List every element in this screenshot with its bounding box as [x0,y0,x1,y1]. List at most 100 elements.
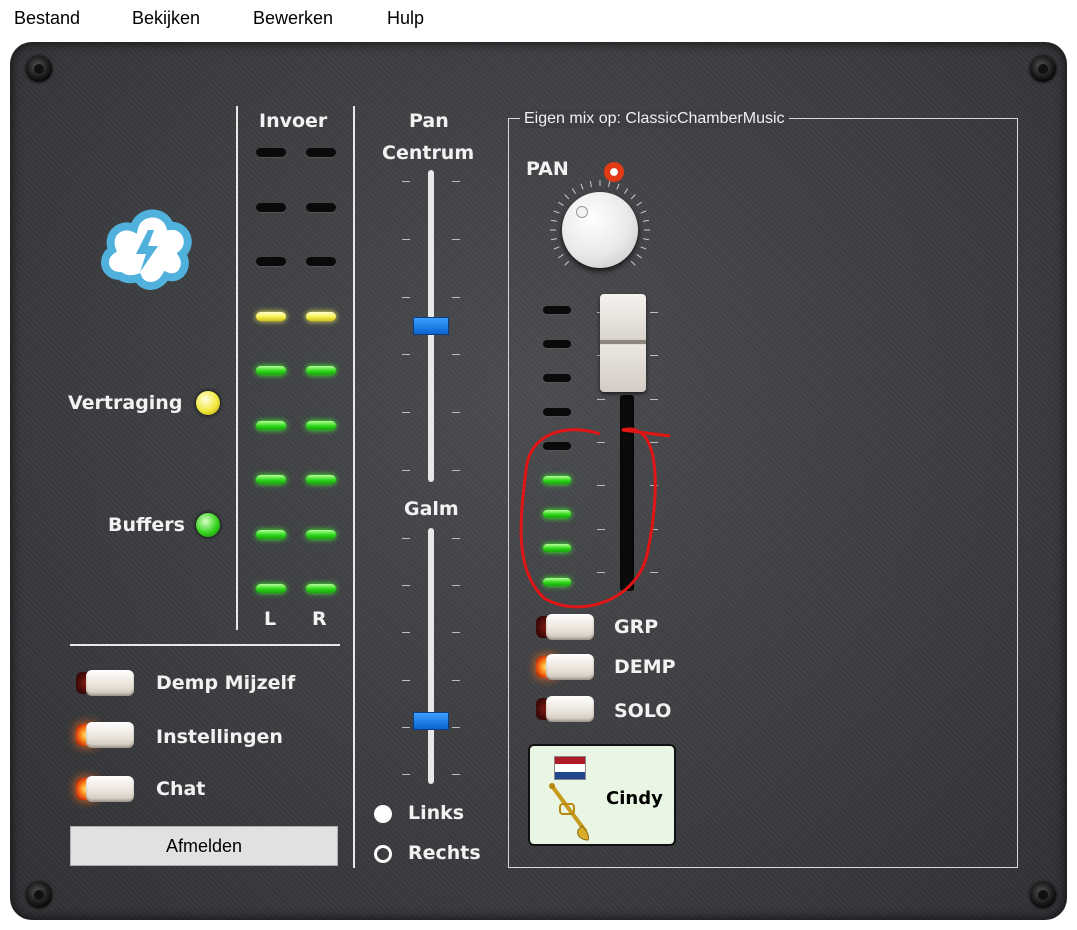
meter-right-led [306,148,336,157]
menu-bar: Bestand Bekijken Bewerken Hulp [0,0,1077,40]
knob-scale-tick [616,183,620,190]
screw-icon [1030,882,1056,908]
menu-bestand[interactable]: Bestand [14,8,80,29]
meter-right-led [306,311,336,321]
knob-scale-tick [636,254,642,259]
knob-scale-tick [608,180,611,187]
slider-tick [452,296,460,298]
channel-meter-led [543,340,571,348]
knob-scale-tick [630,194,636,200]
slider-tick [452,632,460,634]
slider-tick [402,632,410,634]
mute-toggle[interactable] [536,654,594,680]
knob-scale-tick [640,246,647,250]
toggle-cap [546,696,594,722]
meter-left-led [256,529,286,539]
slider-tick [402,470,410,471]
radio-rechts-label: Rechts [408,842,481,864]
meter-left-led [256,420,286,430]
knob-scale-tick [589,180,592,187]
meter-left-led [256,311,286,321]
slider-tick [452,238,460,240]
user-channel-card[interactable]: Cindy [528,744,676,846]
meter-left-label: L [264,608,277,630]
radio-rechts[interactable] [374,845,392,863]
delay-indicator [196,391,220,415]
buffers-label: Buffers [108,514,185,536]
knob-scale-tick [580,183,584,190]
slider-tick [452,585,460,587]
settings-toggle[interactable] [76,722,134,748]
screw-icon [26,882,52,908]
settings-label: Instellingen [156,726,283,748]
knob-scale-tick [558,201,564,206]
slider-tick [452,412,460,414]
slider-tick [452,538,460,539]
knob-scale-tick [640,210,647,214]
logout-button[interactable]: Afmelden [70,826,338,866]
slider-tick [452,679,460,681]
app-logo-icon [101,209,192,290]
slider-tick [452,181,460,182]
toggle-cap [86,776,134,802]
reverb-title: Galm [404,498,459,520]
slider-tick [452,354,460,356]
solo-label: SOLO [614,700,672,722]
input-meter-title: Invoer [259,110,328,132]
mute-self-label: Demp Mijzelf [156,672,296,694]
screw-icon [1030,56,1056,82]
pan-knob[interactable] [562,192,638,268]
netherlands-flag-icon [554,756,586,780]
knob-scale-tick [571,188,576,194]
pan-title: Pan [409,110,449,132]
volume-fader-handle[interactable] [600,294,646,392]
meter-left-led [256,257,286,266]
mixer-title: Eigen mix op: ClassicChamberMusic [520,110,789,128]
meter-right-led [306,420,336,430]
pan-value: Centrum [382,142,475,164]
mute-self-toggle[interactable] [76,670,134,696]
buffers-indicator [196,513,220,537]
slider-tick [402,296,410,298]
trumpet-icon [549,783,589,841]
channel-meter-led [543,306,571,314]
slider-tick [402,538,410,539]
reverb-slider-handle[interactable] [413,712,449,730]
menu-hulp[interactable]: Hulp [387,8,424,29]
grp-toggle[interactable] [536,614,594,640]
menu-bewerken[interactable]: Bewerken [253,8,333,29]
chat-toggle[interactable] [76,776,134,802]
radio-links[interactable] [374,805,392,823]
menu-bekijken[interactable]: Bekijken [132,8,200,29]
pan-knob-label: PAN [526,158,569,180]
pan-slider-handle[interactable] [413,317,449,335]
meter-left-led [256,148,286,157]
toggle-cap [86,722,134,748]
toggle-cap [546,654,594,680]
delay-label: Vertraging [68,392,183,414]
knob-scale-tick [550,219,557,222]
toggle-cap [546,614,594,640]
divider [236,106,238,630]
knob-scale-tick [636,201,642,206]
radio-links-label: Links [408,802,465,824]
slider-tick [402,679,410,681]
toggle-cap [86,670,134,696]
divider [70,644,340,646]
meter-right-led [306,529,336,539]
meter-right-label: R [312,608,327,630]
solo-toggle[interactable] [536,696,594,722]
reverb-slider-track[interactable] [428,528,434,784]
knob-scale-tick [553,210,560,214]
knob-scale-tick [553,246,560,250]
mute-label: DEMP [614,656,676,678]
slider-tick [452,774,460,775]
slider-tick [402,181,410,182]
meter-left-led [256,584,286,593]
meter-right-led [306,202,336,212]
knob-scale-tick [564,260,570,266]
slider-tick [402,238,410,240]
knob-scale-tick [550,238,557,241]
meter-right-led [306,475,336,484]
slider-tick [650,312,658,313]
